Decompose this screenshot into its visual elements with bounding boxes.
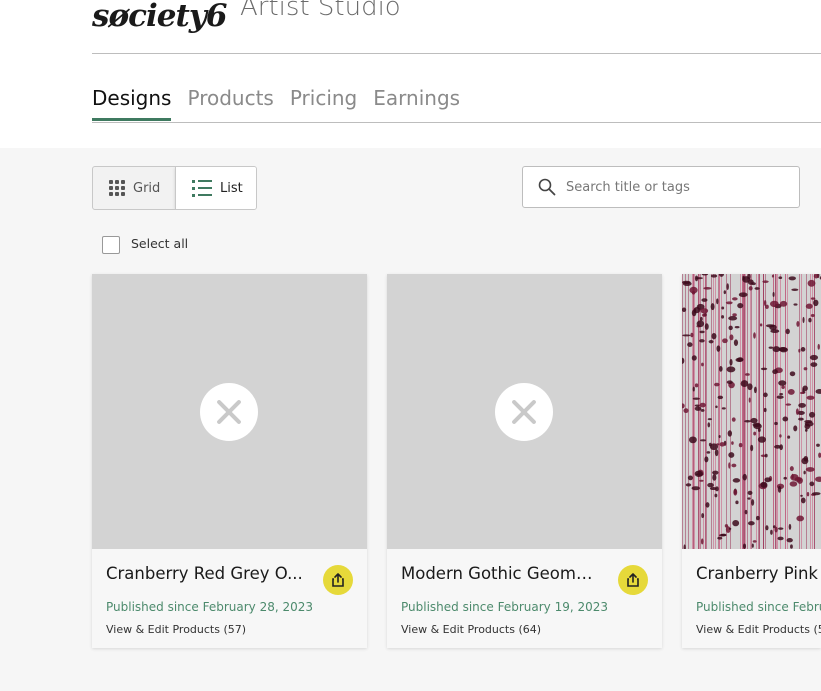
view-edit-products-link[interactable]: View & Edit Products (57) — [106, 623, 246, 636]
design-card[interactable]: Cranberry Pink Published since Febru Vie… — [682, 274, 821, 648]
list-view-button[interactable]: List — [175, 167, 256, 209]
pink-speckle-pattern — [682, 274, 821, 551]
design-thumbnail[interactable] — [682, 274, 821, 551]
tab-earnings[interactable]: Earnings — [373, 86, 460, 121]
select-all[interactable]: Select all — [102, 233, 188, 254]
design-title[interactable]: Modern Gothic Geome... — [401, 564, 601, 583]
view-edit-products-link[interactable]: View & Edit Products (5 — [696, 623, 821, 636]
grid-view-label: Grid — [133, 180, 161, 196]
tab-designs[interactable]: Designs — [92, 86, 172, 121]
published-date: Published since Febru — [696, 600, 821, 614]
designs-panel: Grid List Select all Cranberry Red Grey … — [0, 148, 821, 691]
page-title: Artist Studio — [240, 0, 401, 22]
tab-bar: Designs Products Pricing Earnings — [92, 86, 476, 121]
design-thumbnail[interactable] — [387, 274, 662, 549]
share-button[interactable] — [323, 565, 353, 595]
grid-view-button[interactable]: Grid — [93, 167, 175, 209]
header-divider — [92, 53, 821, 54]
search-input[interactable] — [564, 178, 788, 196]
design-thumbnail[interactable] — [92, 274, 367, 549]
select-all-checkbox[interactable] — [102, 236, 120, 254]
grid-icon — [109, 180, 125, 196]
published-date: Published since February 28, 2023 — [106, 600, 313, 614]
design-card[interactable]: Cranberry Red Grey O... Published since … — [92, 274, 367, 648]
tabs-divider — [92, 122, 821, 123]
design-title[interactable]: Cranberry Pink — [696, 564, 821, 583]
view-toggle: Grid List — [92, 166, 257, 210]
tab-products[interactable]: Products — [187, 86, 273, 121]
select-all-label: Select all — [131, 236, 189, 251]
society6-logo[interactable]: søciety6 — [92, 0, 227, 34]
design-title[interactable]: Cranberry Red Grey O... — [106, 564, 306, 583]
list-icon — [192, 179, 212, 197]
share-icon — [332, 573, 344, 587]
search-icon — [538, 178, 556, 196]
broken-image-x-icon — [495, 383, 553, 441]
view-edit-products-link[interactable]: View & Edit Products (64) — [401, 623, 541, 636]
broken-image-x-icon — [200, 383, 258, 441]
header: søciety6 Artist Studio Designs Products … — [0, 0, 821, 148]
share-button[interactable] — [618, 565, 648, 595]
published-date: Published since February 19, 2023 — [401, 600, 608, 614]
share-icon — [627, 573, 639, 587]
search-box — [522, 166, 800, 208]
list-view-label: List — [220, 180, 243, 196]
design-card[interactable]: Modern Gothic Geome... Published since F… — [387, 274, 662, 648]
tab-pricing[interactable]: Pricing — [290, 86, 357, 121]
